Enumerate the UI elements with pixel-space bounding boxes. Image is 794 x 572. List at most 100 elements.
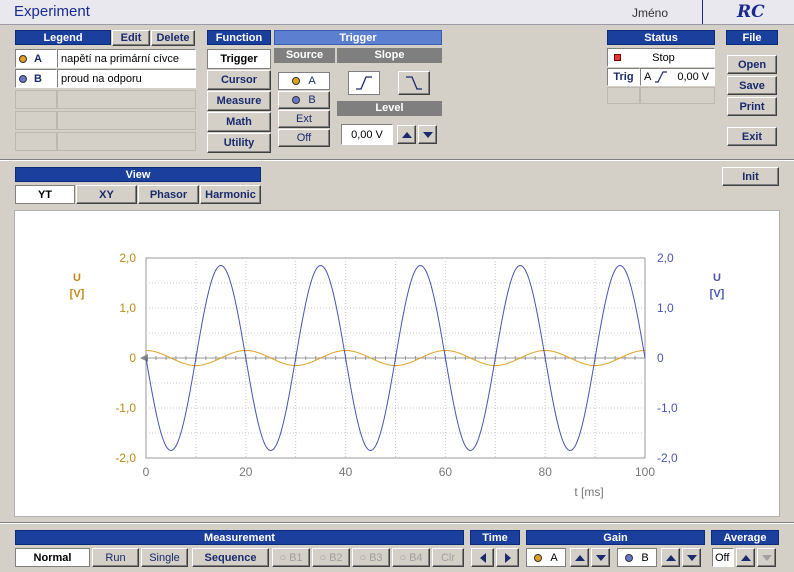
save-button[interactable]: Save xyxy=(727,76,777,95)
legend-empty-cell[interactable] xyxy=(57,132,196,151)
source-b-button[interactable]: B xyxy=(278,91,330,109)
arrow-up-icon xyxy=(740,554,751,561)
x-tick-label: 0 xyxy=(143,465,150,479)
view-header: View xyxy=(15,167,261,182)
radio-icon: ○ xyxy=(319,551,327,564)
status-trig-label: Trig xyxy=(607,68,640,86)
arrow-up-icon xyxy=(574,554,585,561)
gain-a-down-button[interactable] xyxy=(591,548,610,567)
delete-button[interactable]: Delete xyxy=(151,30,195,46)
y-axis-unit-right: [V] xyxy=(710,288,725,300)
edit-button[interactable]: Edit xyxy=(112,30,150,46)
arrow-down-icon xyxy=(595,554,606,561)
legend-empty-cell[interactable] xyxy=(15,132,57,151)
function-cursor-button[interactable]: Cursor xyxy=(207,70,271,90)
gain-label: A xyxy=(550,551,558,564)
run-button[interactable]: Run xyxy=(92,548,139,567)
single-button[interactable]: Single xyxy=(141,548,188,567)
channel-b-dot xyxy=(625,553,634,562)
level-input[interactable]: 0,00 V xyxy=(341,124,393,145)
title-bar: Experiment Jméno RC xyxy=(0,0,794,25)
legend-row-a-key[interactable]: A xyxy=(15,49,57,68)
buffer-b4-button[interactable]: ○ B4 xyxy=(392,548,430,567)
channel-b-dot xyxy=(292,96,301,104)
gain-label: B xyxy=(641,551,649,564)
gain-b-up-button[interactable] xyxy=(661,548,680,567)
app-title: Experiment xyxy=(14,3,90,20)
trigger-source-group: A B Ext Off xyxy=(278,69,330,147)
level-header: Level xyxy=(337,101,442,116)
function-math-button[interactable]: Math xyxy=(207,112,271,132)
legend-empty-cell[interactable] xyxy=(15,111,57,130)
legend-empty-cell[interactable] xyxy=(15,90,57,109)
source-header: Source xyxy=(274,48,335,63)
arrow-down-icon xyxy=(686,554,697,561)
y-tick-label-right: 2,0 xyxy=(657,251,674,265)
tab-xy[interactable]: XY xyxy=(76,185,137,204)
buffer-label: B3 xyxy=(369,551,383,564)
normal-button[interactable]: Normal xyxy=(15,548,90,567)
print-button[interactable]: Print xyxy=(727,97,777,116)
function-measure-button[interactable]: Measure xyxy=(207,91,271,111)
slope-rising-button[interactable] xyxy=(348,71,380,95)
legend-empty-cell[interactable] xyxy=(57,111,196,130)
source-off-button[interactable]: Off xyxy=(278,129,330,147)
gain-channel-a[interactable]: A xyxy=(526,548,566,567)
slope-header: Slope xyxy=(337,48,442,63)
tab-phasor[interactable]: Phasor xyxy=(138,185,199,204)
average-value[interactable]: Off xyxy=(712,548,734,567)
gain-a-up-button[interactable] xyxy=(570,548,589,567)
legend-row-b-key[interactable]: B xyxy=(15,69,57,88)
init-button[interactable]: Init xyxy=(722,167,779,186)
y-tick-label-right: 1,0 xyxy=(657,301,674,315)
level-down-button[interactable] xyxy=(418,125,437,144)
function-utility-button[interactable]: Utility xyxy=(207,133,271,153)
channel-a-dot xyxy=(534,553,543,562)
sequence-button[interactable]: Sequence xyxy=(192,548,269,567)
clear-button[interactable]: Clr xyxy=(432,548,464,567)
function-header: Function xyxy=(207,30,271,45)
falling-edge-icon xyxy=(406,76,422,90)
slope-falling-button[interactable] xyxy=(398,71,430,95)
buffer-b2-button[interactable]: ○ B2 xyxy=(312,548,350,567)
buffer-b3-button[interactable]: ○ B3 xyxy=(352,548,390,567)
tab-harmonic[interactable]: Harmonic xyxy=(200,185,261,204)
average-down-button[interactable] xyxy=(757,548,776,567)
buffer-b1-button[interactable]: ○ B1 xyxy=(272,548,310,567)
divider xyxy=(0,159,794,161)
status-state: Stop xyxy=(607,48,715,67)
chart-panel: 0 20 40 60 80 100 2,0 2,0 1,0 1,0 0 0 -1,0 -1,0 -2,0 -2… xyxy=(14,210,780,517)
legend-row-a-label[interactable]: napětí na primární cívce xyxy=(57,49,196,68)
time-left-button[interactable] xyxy=(471,548,494,567)
gain-b-down-button[interactable] xyxy=(682,548,701,567)
trig-label: Trig xyxy=(613,71,634,83)
radio-icon: ○ xyxy=(279,551,287,564)
source-label: B xyxy=(308,94,316,106)
time-right-button[interactable] xyxy=(496,548,519,567)
function-trigger-button[interactable]: Trigger xyxy=(207,49,271,69)
level-up-button[interactable] xyxy=(397,125,416,144)
y-tick-label-right: -1,0 xyxy=(657,401,678,415)
radio-icon: ○ xyxy=(399,551,407,564)
legend-row-b-label[interactable]: proud na odporu xyxy=(57,69,196,88)
gain-header: Gain xyxy=(526,530,705,545)
legend-row-key: B xyxy=(34,72,42,85)
yt-chart: 0 20 40 60 80 100 2,0 2,0 1,0 1,0 0 0 -1,0 -1,0 -2,0 -2… xyxy=(70,251,725,499)
y-tick-label-left: 0 xyxy=(129,351,136,365)
average-up-button[interactable] xyxy=(736,548,755,567)
source-a-button[interactable]: A xyxy=(278,72,330,90)
y-tick-label-right: -2,0 xyxy=(657,451,678,465)
channel-b-dot xyxy=(19,74,27,83)
buffer-label: B2 xyxy=(329,551,343,564)
arrow-right-icon xyxy=(504,552,511,563)
exit-button[interactable]: Exit xyxy=(727,127,777,146)
gain-channel-b[interactable]: B xyxy=(617,548,657,567)
open-button[interactable]: Open xyxy=(727,55,777,74)
source-ext-button[interactable]: Ext xyxy=(278,110,330,128)
brand-logo: RC xyxy=(737,2,765,22)
tab-yt[interactable]: YT xyxy=(15,185,75,204)
legend-empty-cell[interactable] xyxy=(57,90,196,109)
x-tick-label: 80 xyxy=(539,465,553,479)
arrow-down-icon xyxy=(761,554,772,561)
status-empty-cell xyxy=(640,87,715,104)
